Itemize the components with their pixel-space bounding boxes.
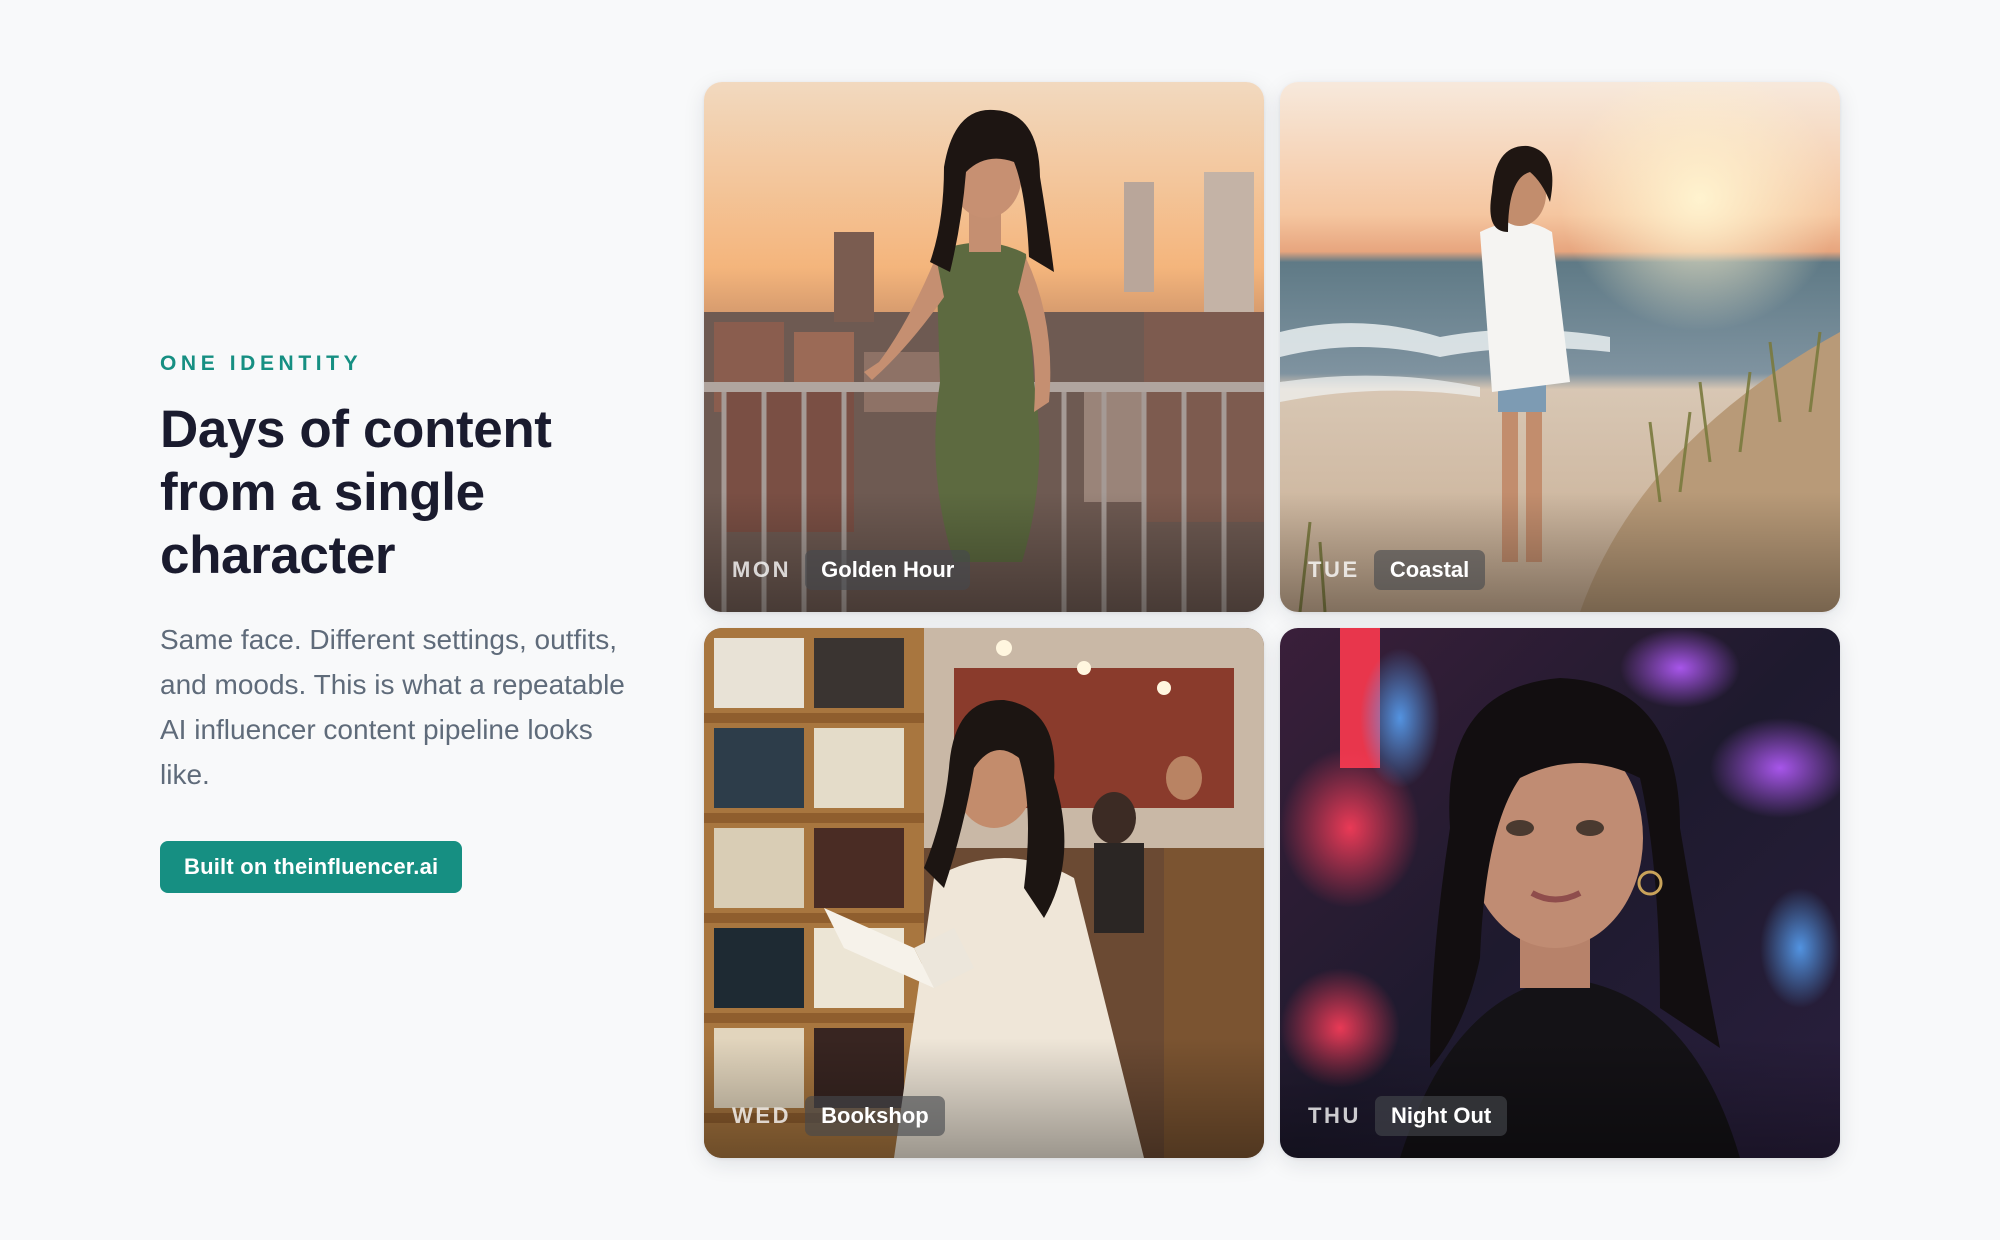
headline: Days of content from a single character — [160, 398, 640, 587]
caption: WED Bookshop — [732, 1096, 945, 1136]
scene-tag: Coastal — [1373, 550, 1486, 590]
caption: TUE Coastal — [1308, 550, 1486, 590]
description-text: Same face. Different settings, outfits, … — [160, 624, 625, 790]
photo-card-night-out[interactable]: THU Night Out — [1280, 628, 1840, 1158]
photo-card-bookshop[interactable]: WED Bookshop — [704, 628, 1264, 1158]
photo-grid: MON Golden Hour TUE Coastal WED Bookshop… — [704, 82, 1840, 1158]
eyebrow-label: ONE IDENTITY — [160, 352, 363, 375]
photo-card-coastal[interactable]: TUE Coastal — [1280, 82, 1840, 612]
headline-line: character — [160, 526, 396, 585]
intro-section: ONE IDENTITY Days of content from a sing… — [160, 352, 640, 893]
scene-tag: Bookshop — [805, 1096, 945, 1136]
headline-line: from a single — [160, 463, 485, 522]
day-label: THU — [1308, 1103, 1362, 1128]
day-label: WED — [732, 1103, 792, 1128]
built-on-button[interactable]: Built on theinfluencer.ai — [160, 841, 463, 893]
caption: THU Night Out — [1308, 1096, 1508, 1136]
day-label: MON — [732, 557, 792, 582]
page: ONE IDENTITY Days of content from a sing… — [0, 0, 2000, 1240]
scene-tag: Golden Hour — [805, 550, 971, 590]
headline-line: Days of content — [160, 400, 552, 459]
day-label: TUE — [1308, 557, 1360, 582]
caption: MON Golden Hour — [732, 550, 971, 590]
scene-tag: Night Out — [1375, 1096, 1508, 1136]
photo-card-golden-hour[interactable]: MON Golden Hour — [704, 82, 1264, 612]
